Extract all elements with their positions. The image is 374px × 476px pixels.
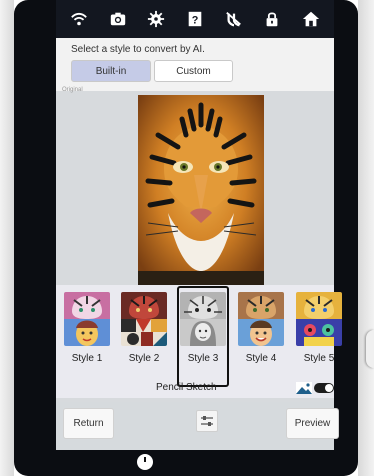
original-photo <box>138 95 264 285</box>
compare-toggle[interactable] <box>314 383 334 393</box>
selected-style-name: Pencil Sketch <box>156 382 217 393</box>
style-item-4[interactable]: Style 4 <box>238 292 284 388</box>
adjust-button[interactable] <box>196 410 218 432</box>
style-item-2[interactable]: Style 2 <box>121 292 167 388</box>
lock-icon[interactable] <box>261 8 283 30</box>
left-edge-shadow <box>0 0 14 476</box>
toggle-knob <box>325 384 333 392</box>
style-2-label: Style 2 <box>128 353 160 364</box>
return-button[interactable]: Return <box>63 408 114 439</box>
style-4-thumbnail[interactable] <box>238 292 284 346</box>
camera-icon[interactable] <box>107 8 129 30</box>
tab-built-in[interactable]: Built-in <box>71 60 151 82</box>
style-4-label: Style 4 <box>245 353 277 364</box>
svg-text:?: ? <box>192 15 199 27</box>
original-label: Original <box>62 87 83 93</box>
style-item-5[interactable]: Style 5 <box>296 292 342 388</box>
mute-icon[interactable] <box>223 8 245 30</box>
sliders-icon <box>201 416 213 426</box>
style-picker: Style 1 Style 2 Style 3 Style 4 Style 5 … <box>56 285 342 398</box>
style-item-1[interactable]: Style 1 <box>64 292 110 388</box>
style-5-label: Style 5 <box>303 353 335 364</box>
home-icon[interactable] <box>300 8 322 30</box>
gear-icon[interactable] <box>145 8 167 30</box>
power-icon[interactable] <box>137 454 153 470</box>
image-compare-icon <box>296 382 312 394</box>
instruction-text: Select a style to convert by AI. <box>71 44 205 55</box>
app-screen: Select a style to convert by AI. Built-i… <box>56 38 342 450</box>
preview-button[interactable]: Preview <box>286 408 339 439</box>
style-2-thumbnail[interactable] <box>121 292 167 346</box>
style-1-thumbnail[interactable] <box>64 292 110 346</box>
side-handle <box>366 330 374 368</box>
footer-bar: Return Preview <box>56 402 339 450</box>
header-panel: Select a style to convert by AI. Built-i… <box>56 38 334 91</box>
help-icon[interactable]: ? <box>184 8 206 30</box>
right-edge-shadow <box>358 0 374 476</box>
selected-style-highlight <box>177 286 229 387</box>
tab-custom[interactable]: Custom <box>154 60 233 82</box>
wifi-icon[interactable] <box>68 8 90 30</box>
style-5-thumbnail[interactable] <box>296 292 342 346</box>
style-1-label: Style 1 <box>71 353 103 364</box>
status-bar: ? <box>56 0 334 38</box>
